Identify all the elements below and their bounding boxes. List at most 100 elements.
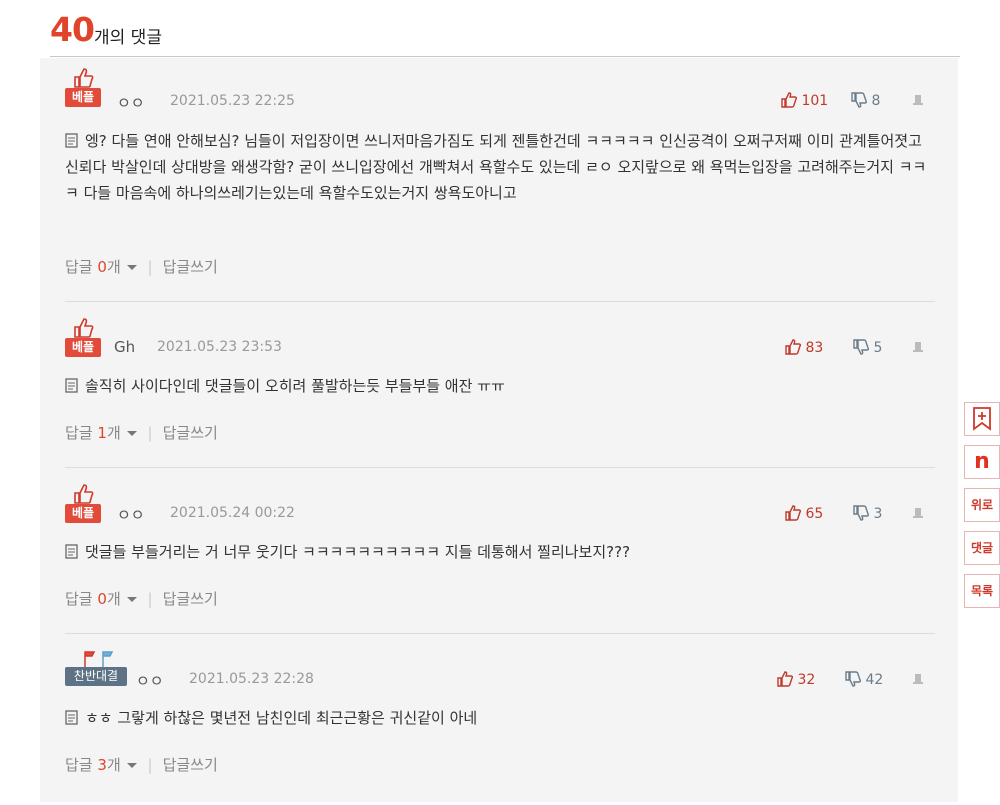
downvote-button[interactable]: 42 (845, 671, 883, 688)
comment-count: 40 (50, 10, 95, 49)
go-comments-button[interactable]: 댓글 (964, 531, 1000, 565)
best-badge-label: 베플 (65, 88, 101, 107)
thumbs-up-icon (781, 92, 798, 108)
document-icon (65, 544, 78, 559)
downvote-count: 5 (873, 340, 883, 356)
reply-count: 3 (97, 756, 107, 774)
divider: | (147, 756, 153, 774)
bookmark-button[interactable] (964, 402, 1000, 436)
reply-toggle[interactable]: 답글 0개 (65, 258, 138, 276)
comment-body: 솔직히 사이다인데 댓글들이 오히려 풀발하는듯 부들부들 애잔 ㅠㅠ (65, 373, 935, 399)
vs-badge-label: 찬반대결 (65, 667, 127, 686)
upvote-button[interactable]: 32 (777, 671, 815, 688)
document-icon (65, 133, 78, 148)
chevron-down-icon (126, 265, 137, 270)
comment-divider (65, 467, 935, 468)
best-badge: 베플 (65, 318, 102, 357)
side-toolbar: n 위로 댓글 목록 (964, 402, 1000, 632)
list-button[interactable]: 목록 (964, 574, 1000, 608)
report-icon (913, 342, 923, 352)
report-button[interactable] (911, 92, 925, 108)
report-icon (913, 674, 923, 684)
comment-list: 베플 ㅇㅇ 2021.05.23 22:25 101 8 엥? 다들 연애 안해… (40, 58, 958, 802)
comment-body: ㅎㅎ 그랗게 하찮은 몇년전 남친인데 최근근황은 귀신같이 아네 (65, 705, 935, 731)
upvote-button[interactable]: 101 (781, 92, 828, 109)
comment-text: ㅎㅎ 그랗게 하찮은 몇년전 남친인데 최근근황은 귀신같이 아네 (85, 709, 478, 727)
thumbs-up-badge-icon (73, 484, 93, 504)
scroll-top-button[interactable]: 위로 (964, 488, 1000, 522)
comment-text: 솔직히 사이다인데 댓글들이 오히려 풀발하는듯 부들부들 애잔 ㅠㅠ (85, 377, 505, 395)
divider: | (147, 424, 153, 442)
comment-author[interactable]: Gh (114, 338, 135, 356)
thumbs-down-icon (853, 339, 870, 355)
reply-toggle[interactable]: 답글 3개 (65, 756, 138, 774)
nate-logo-icon: n (974, 449, 990, 474)
comment-date: 2021.05.24 00:22 (170, 505, 295, 521)
reply-unit: 개 (106, 756, 121, 774)
reply-label: 답글 (65, 590, 93, 608)
vote-area: 65 3 (755, 505, 935, 525)
upvote-count: 32 (797, 672, 816, 688)
thumbs-up-icon (777, 671, 794, 687)
reply-label: 답글 (65, 424, 93, 442)
report-icon (913, 95, 923, 105)
write-reply-link[interactable]: 답글쓰기 (163, 258, 218, 276)
thumbs-up-icon (785, 339, 802, 355)
comment-date: 2021.05.23 23:53 (157, 339, 282, 355)
best-badge: 베플 (65, 484, 102, 523)
reply-toggle[interactable]: 답글 1개 (65, 424, 138, 442)
comment-text: 엥? 다들 연애 안해보심? 님들이 저입장이면 쓰니저마음가짐도 되게 젠틀한… (65, 132, 927, 202)
document-icon (65, 378, 78, 393)
vote-area: 32 42 (755, 671, 935, 691)
comment-body: 댓글들 부들거리는 거 너무 웃기다 ㅋㅋㅋㅋㅋㅋㅋㅋㅋㅋ 지들 데통해서 찔리… (65, 539, 935, 565)
comment-author[interactable]: ㅇㅇ (117, 92, 145, 113)
report-button[interactable] (911, 339, 925, 355)
comment-actions: 답글 0개 | 답글쓰기 (65, 588, 218, 609)
comment-author[interactable]: ㅇㅇ (136, 670, 164, 691)
reply-unit: 개 (106, 590, 121, 608)
comment-divider (65, 301, 935, 302)
write-reply-link[interactable]: 답글쓰기 (163, 424, 218, 442)
reply-label: 답글 (65, 258, 93, 276)
bookmark-plus-icon (973, 407, 991, 431)
divider: | (147, 258, 153, 276)
reply-count: 0 (97, 258, 107, 276)
document-icon (65, 710, 78, 725)
best-badge: 베플 (65, 68, 102, 107)
chevron-down-icon (126, 431, 137, 436)
write-reply-link[interactable]: 답글쓰기 (163, 590, 218, 608)
thumbs-up-badge-icon (73, 68, 93, 88)
comment-count-label: 개의 댓글 (94, 28, 162, 48)
comment-author[interactable]: ㅇㅇ (117, 504, 145, 525)
comment-item: 베플 ㅇㅇ 2021.05.23 22:25 101 8 엥? 다들 연애 안해… (65, 68, 935, 302)
report-button[interactable] (911, 505, 925, 521)
vs-badge: 찬반대결 (65, 650, 127, 686)
upvote-button[interactable]: 83 (785, 339, 823, 356)
downvote-button[interactable]: 3 (853, 505, 882, 522)
reply-label: 답글 (65, 756, 93, 774)
upvote-count: 83 (805, 340, 824, 356)
vote-area: 83 5 (755, 339, 935, 359)
downvote-button[interactable]: 5 (853, 339, 882, 356)
downvote-count: 42 (865, 672, 884, 688)
comment-date: 2021.05.23 22:28 (189, 671, 314, 687)
comment-body: 엥? 다들 연애 안해보심? 님들이 저입장이면 쓰니저마음가짐도 되게 젠틀한… (65, 128, 935, 206)
comment-item: 찬반대결 ㅇㅇ 2021.05.23 22:28 32 42 ㅎㅎ 그랗게 하찮… (65, 650, 935, 800)
comment-date: 2021.05.23 22:25 (170, 93, 295, 109)
downvote-count: 3 (873, 506, 883, 522)
thumbs-down-icon (853, 505, 870, 521)
downvote-button[interactable]: 8 (851, 92, 880, 109)
upvote-button[interactable]: 65 (785, 505, 823, 522)
divider: | (147, 590, 153, 608)
report-button[interactable] (911, 671, 925, 687)
reply-unit: 개 (106, 258, 121, 276)
comment-item: 베플 Gh 2021.05.23 23:53 83 5 솔직히 사이다인데 댓글… (65, 318, 935, 468)
write-reply-link[interactable]: 답글쓰기 (163, 756, 218, 774)
downvote-count: 8 (871, 93, 881, 109)
vote-area: 101 8 (755, 92, 935, 112)
comment-divider (65, 633, 935, 634)
thumbs-down-icon (845, 671, 862, 687)
reply-count: 0 (97, 590, 107, 608)
reply-toggle[interactable]: 답글 0개 (65, 590, 138, 608)
nate-logo-button[interactable]: n (964, 445, 1000, 479)
